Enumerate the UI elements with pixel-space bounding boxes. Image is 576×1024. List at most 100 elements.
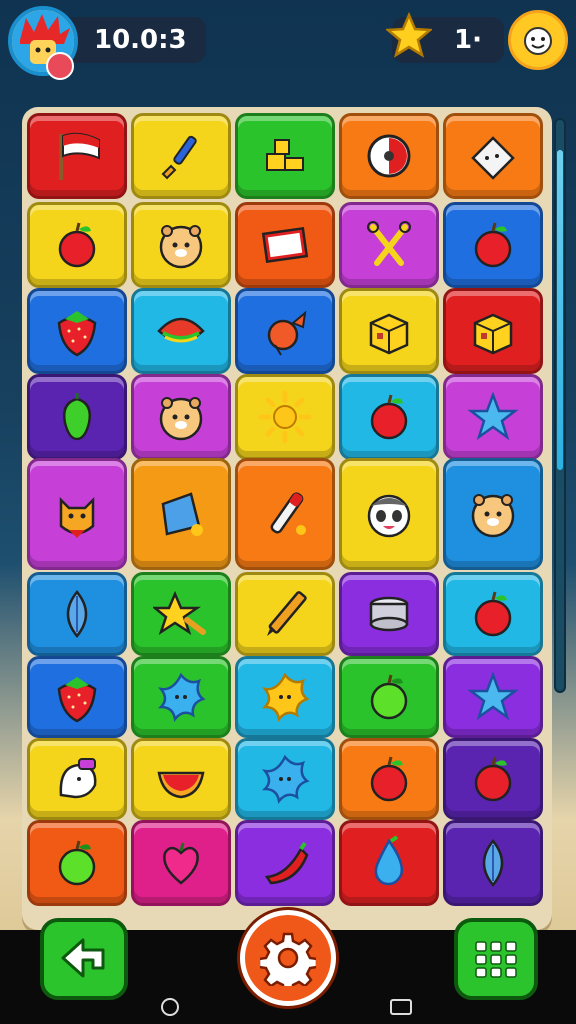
splat-yellow-icon	[261, 672, 310, 722]
eraser-icon	[471, 136, 515, 180]
fish-icon	[267, 310, 307, 356]
top-hud: 10.0:3 1·	[0, 0, 576, 90]
scissors-icon	[367, 221, 411, 266]
tile-hamster[interactable]	[131, 374, 231, 460]
ghost-icon	[59, 758, 97, 799]
star-count: 1·	[454, 25, 482, 55]
tile-hamster[interactable]	[131, 202, 231, 288]
leaf-icon	[157, 317, 205, 343]
tile-sun[interactable]	[235, 374, 335, 460]
melon-icon	[157, 771, 205, 799]
pepper-icon	[63, 393, 91, 441]
tile-apple[interactable]	[443, 572, 543, 656]
hamster-icon	[159, 397, 203, 441]
tile-compass[interactable]	[339, 113, 439, 199]
tile-apple[interactable]	[339, 374, 439, 460]
profile-button[interactable]	[508, 10, 568, 70]
menu-grid-button[interactable]	[454, 918, 538, 1000]
splat-blue-icon	[261, 754, 310, 804]
tile-star[interactable]	[443, 374, 543, 460]
tile-apple-green[interactable]	[27, 820, 127, 906]
tile-leaf[interactable]	[131, 288, 231, 374]
chili-icon	[264, 841, 309, 885]
tile-apple[interactable]	[443, 202, 543, 288]
tile-star-yellow[interactable]	[131, 572, 231, 656]
tile-apple[interactable]	[339, 738, 439, 820]
tile-eraser[interactable]	[443, 113, 543, 199]
tile-apple-green[interactable]	[339, 656, 439, 738]
grid-menu-icon	[475, 941, 517, 978]
tile-can[interactable]	[339, 572, 439, 656]
pouch-icon	[161, 492, 203, 536]
tile-fish[interactable]	[235, 288, 335, 374]
tile-apple[interactable]	[27, 202, 127, 288]
settings-button[interactable]	[240, 910, 336, 1006]
box-icon	[369, 313, 409, 355]
apple-icon	[474, 591, 512, 637]
board-scrollbar[interactable]	[554, 118, 566, 693]
tile-pen[interactable]	[235, 458, 335, 570]
tile-pouch[interactable]	[131, 458, 231, 570]
box-icon	[473, 313, 513, 355]
strawberry-icon	[57, 311, 97, 357]
tile-blocks[interactable]	[235, 113, 335, 199]
notification-badge[interactable]	[46, 52, 74, 80]
strawberry-icon	[57, 677, 97, 723]
tile-flag[interactable]	[27, 113, 127, 199]
tile-paintbrush[interactable]	[131, 113, 231, 199]
back-button[interactable]	[40, 918, 128, 1000]
apple-icon	[58, 222, 96, 268]
tile-melon[interactable]	[131, 738, 231, 820]
tile-scissors[interactable]	[339, 202, 439, 288]
tile-leaf-blue[interactable]	[27, 572, 127, 656]
tile-apple[interactable]	[443, 738, 543, 820]
sun-icon	[258, 390, 312, 444]
star-icon	[467, 391, 519, 441]
tile-strawberry[interactable]	[27, 288, 127, 374]
tile-cat[interactable]	[27, 458, 127, 570]
tile-book[interactable]	[235, 202, 335, 288]
pencil-icon	[267, 591, 307, 636]
drop-icon	[374, 835, 403, 886]
tile-splat-yellow[interactable]	[235, 656, 335, 738]
splat-blue-icon	[157, 672, 206, 722]
tile-panda[interactable]	[339, 458, 439, 570]
hamster-icon	[159, 225, 203, 269]
apple-green-icon	[370, 674, 408, 720]
leaf-blue-icon	[482, 839, 504, 887]
compass-icon	[367, 134, 411, 178]
tile-strawberry[interactable]	[27, 656, 127, 738]
tile-star[interactable]	[443, 656, 543, 738]
circle-home-icon[interactable]	[161, 998, 179, 1016]
cat-icon	[59, 496, 95, 538]
scrollbar-thumb[interactable]	[557, 150, 563, 470]
star-yellow-icon	[153, 590, 206, 635]
tile-chili[interactable]	[235, 820, 335, 906]
gold-star-icon	[386, 12, 432, 58]
apple-icon	[474, 222, 512, 268]
apple-icon	[370, 394, 408, 440]
paintbrush-icon	[161, 135, 197, 180]
apple-green-icon	[58, 840, 96, 886]
tile-pencil[interactable]	[235, 572, 335, 656]
panda-icon	[367, 494, 411, 538]
smiley-face-icon	[524, 27, 552, 55]
blocks-icon	[266, 139, 304, 171]
score-display: 10.0:3	[62, 17, 206, 63]
tile-box[interactable]	[443, 288, 543, 374]
apple-icon	[370, 756, 408, 802]
gear-icon	[260, 932, 316, 986]
tile-ghost[interactable]	[27, 738, 127, 820]
tile-pepper[interactable]	[27, 374, 127, 460]
tile-heart-fruit[interactable]	[131, 820, 231, 906]
tile-splat-blue[interactable]	[235, 738, 335, 820]
tile-box[interactable]	[339, 288, 439, 374]
tile-splat-blue[interactable]	[131, 656, 231, 738]
star-icon	[467, 671, 519, 721]
square-recents-icon[interactable]	[390, 999, 412, 1015]
flag-icon	[59, 132, 100, 180]
back-arrow-icon	[61, 938, 105, 978]
tile-hamster[interactable]	[443, 458, 543, 570]
tile-drop[interactable]	[339, 820, 439, 906]
tile-leaf-blue[interactable]	[443, 820, 543, 906]
